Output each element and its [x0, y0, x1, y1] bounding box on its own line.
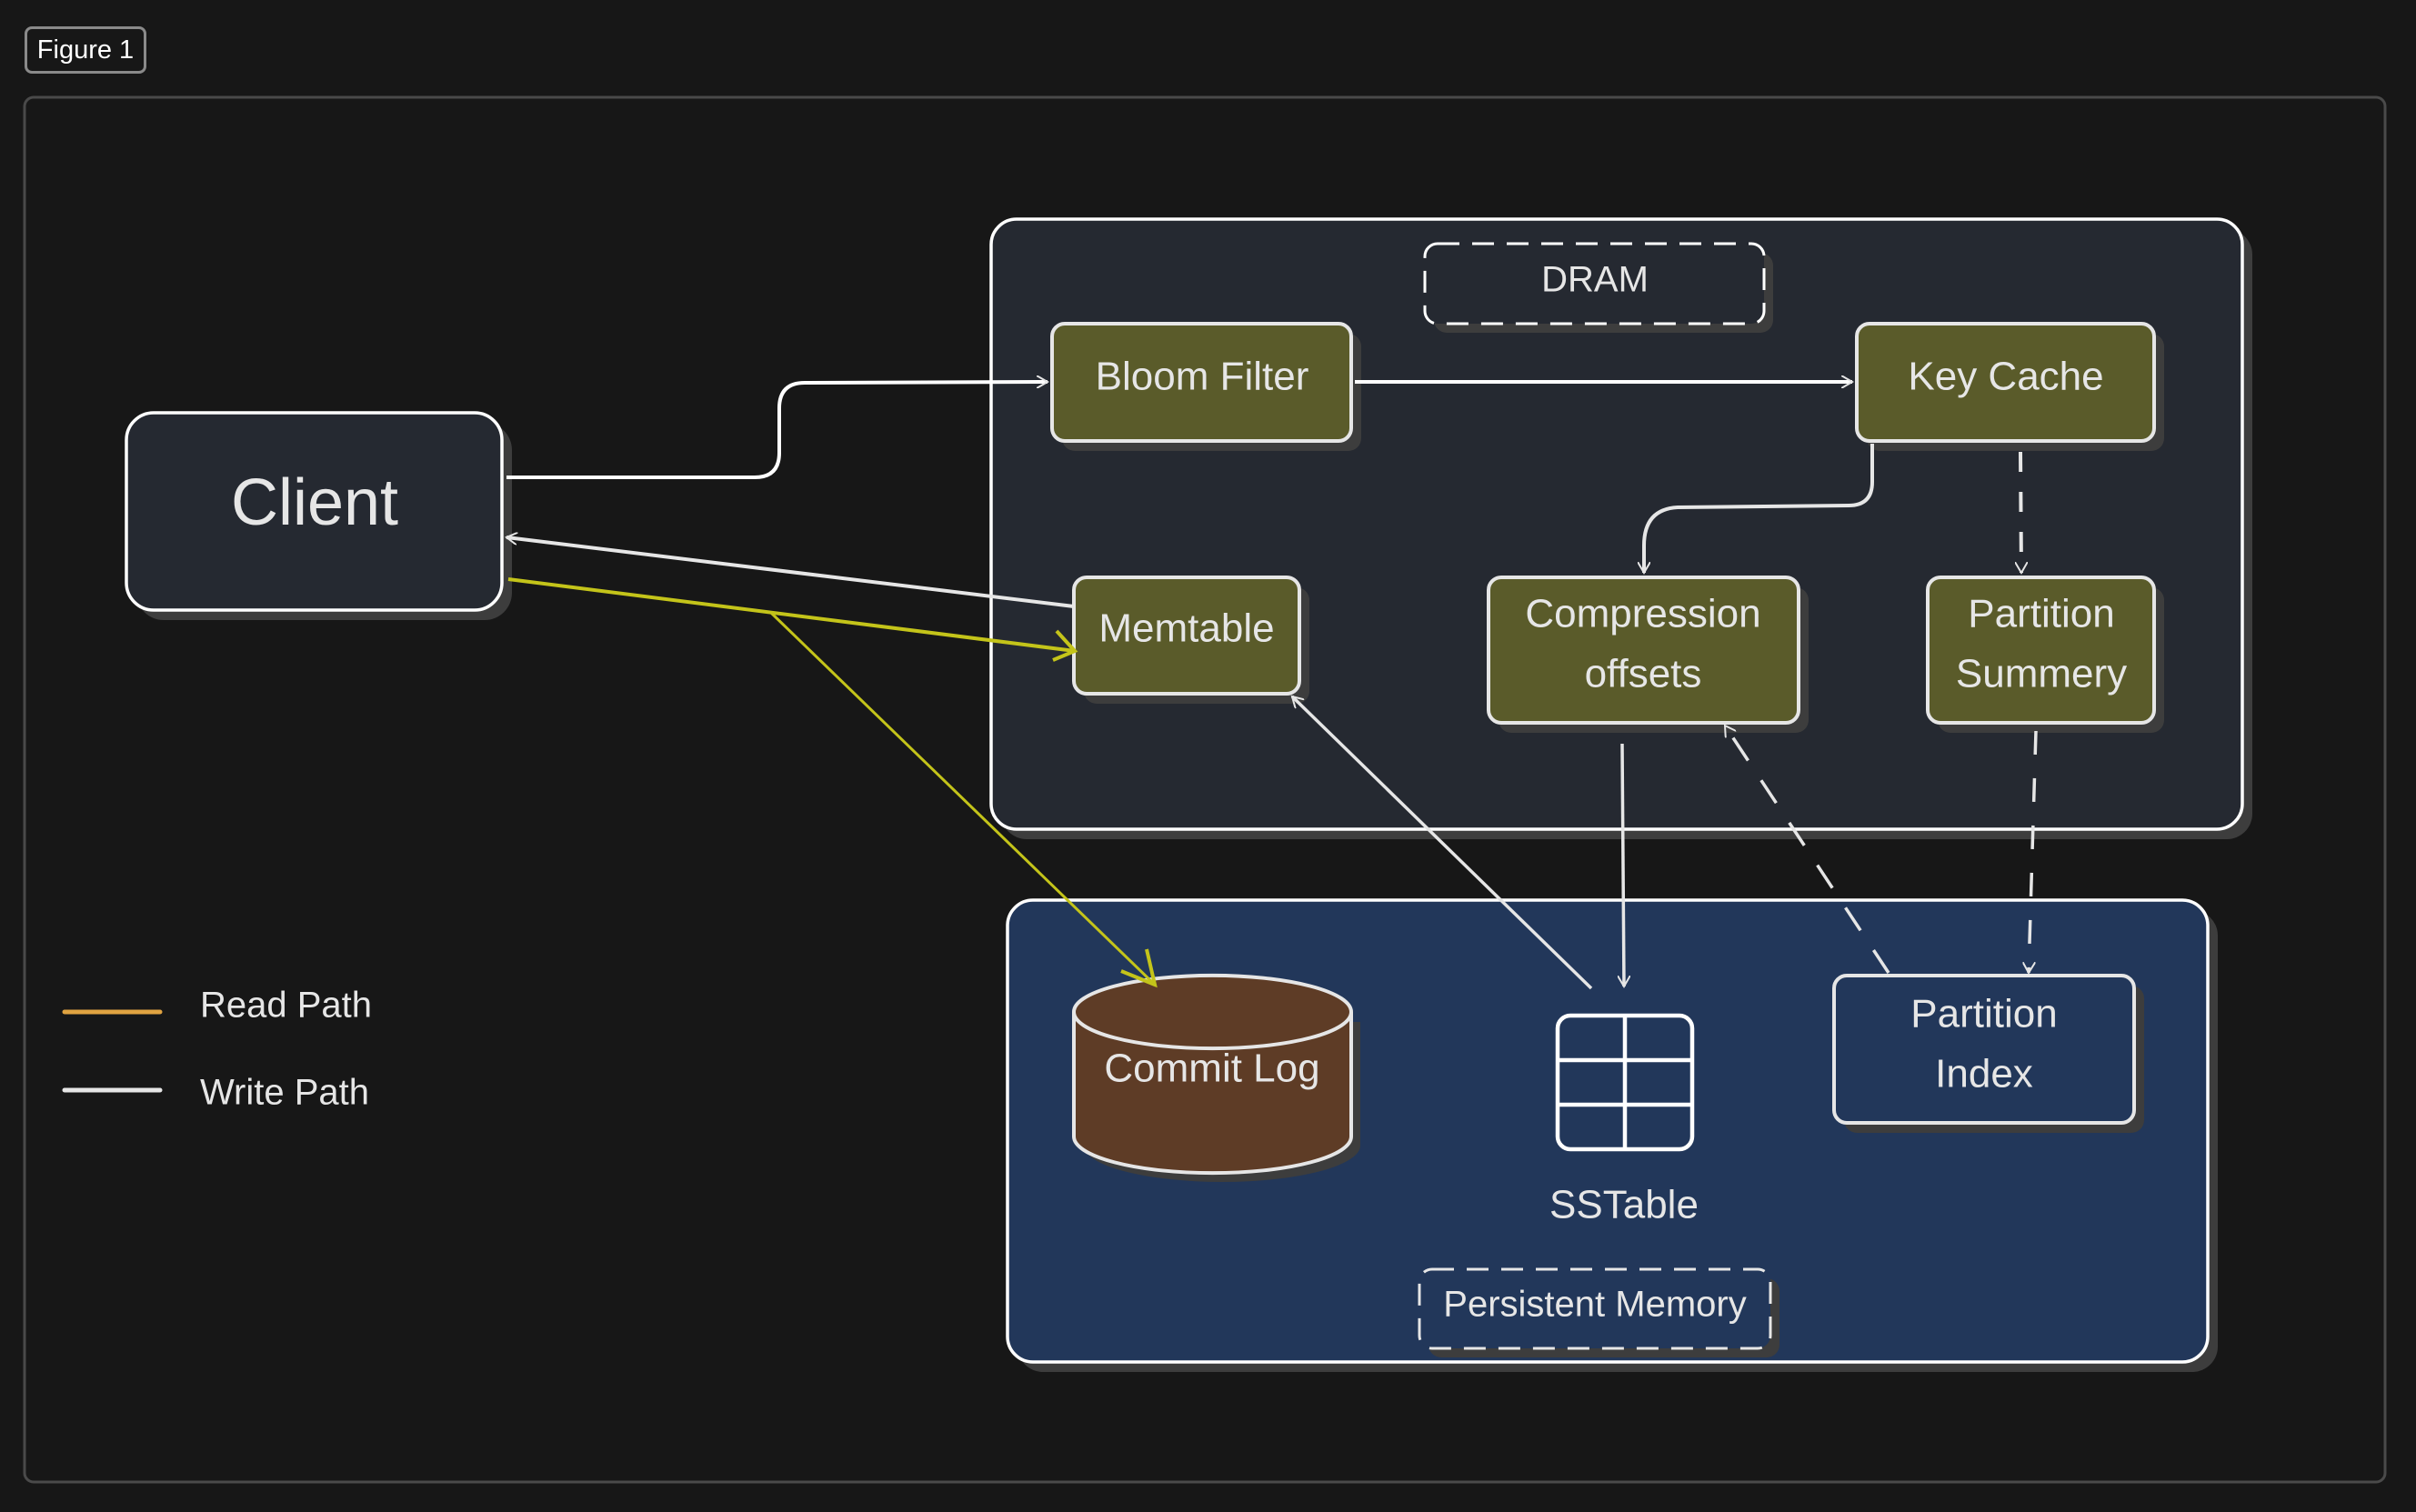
- compression-offsets-label-line1: Compression: [1525, 592, 1760, 636]
- legend-label-write-path: Write Path: [200, 1073, 369, 1113]
- key-cache-node[interactable]: Key Cache: [1855, 322, 2156, 443]
- compression-offsets-node[interactable]: Compression offsets: [1487, 576, 1800, 725]
- persistent-label: Persistent Memory: [1443, 1285, 1746, 1325]
- partition-summary-label-line1: Partition: [1968, 592, 2114, 636]
- client-label: Client: [231, 466, 398, 539]
- client-node[interactable]: Client: [125, 411, 504, 612]
- partition-index-node[interactable]: Partition Index: [1832, 974, 2136, 1125]
- sstable-label: SSTable: [1549, 1183, 1699, 1227]
- memtable-label: Memtable: [1098, 606, 1274, 651]
- edge-client-to-bloom-filter: [506, 382, 1048, 479]
- partition-summary-node[interactable]: Partition Summery: [1926, 576, 2156, 725]
- memtable-node[interactable]: Memtable: [1072, 576, 1301, 696]
- key-cache-label: Key Cache: [1908, 355, 2103, 399]
- compression-offsets-label-line2: offsets: [1585, 652, 1702, 696]
- commit-log-node[interactable]: Commit Log: [1072, 973, 1360, 1182]
- partition-index-label-line2: Index: [1935, 1052, 2033, 1096]
- partition-index-label-line1: Partition: [1910, 992, 2057, 1036]
- bloom-filter-node[interactable]: Bloom Filter: [1050, 322, 1353, 443]
- legend-item-read-path: Read Path: [62, 986, 372, 1026]
- commit-log-label: Commit Log: [1104, 1046, 1319, 1091]
- edge-compression-offsets-to-sstable: [1622, 743, 1624, 986]
- bloom-filter-label: Bloom Filter: [1096, 355, 1309, 399]
- legend-item-write-path: Write Path: [62, 1073, 369, 1113]
- legend: Read Path Write Path: [62, 986, 372, 1113]
- legend-label-read-path: Read Path: [200, 986, 372, 1026]
- partition-summary-label-line2: Summery: [1956, 652, 2127, 696]
- diagram-canvas: DRAM Client Bloom Filter Key Cache Memta…: [23, 95, 2387, 1484]
- dram-label: DRAM: [1541, 260, 1649, 300]
- edge-memtable-to-client: [506, 537, 1075, 608]
